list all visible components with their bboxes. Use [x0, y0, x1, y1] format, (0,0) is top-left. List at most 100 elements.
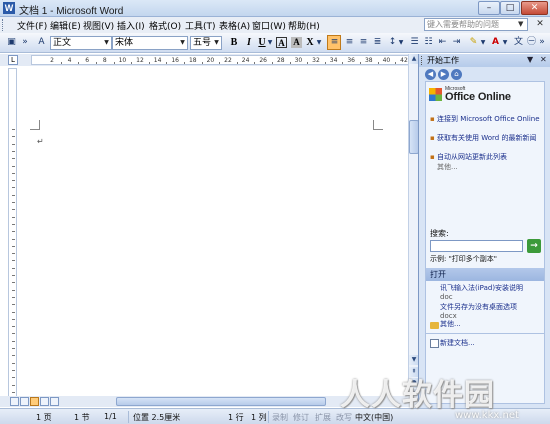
task-pane-grip[interactable] [421, 56, 424, 65]
vertical-ruler-tick [12, 267, 15, 269]
vertical-ruler-tick [12, 136, 15, 138]
save-icon[interactable]: ▣ [5, 36, 18, 49]
link-more[interactable]: 其他... [437, 163, 458, 172]
vertical-ruler[interactable] [8, 68, 17, 403]
highlight-icon[interactable]: ✎ [467, 36, 480, 49]
document-close-icon[interactable]: ✕ [534, 18, 546, 30]
style-dropdown-icon[interactable]: ▼ [102, 37, 111, 49]
italic-button[interactable]: I [243, 36, 255, 49]
web-layout-view-button[interactable] [20, 397, 29, 406]
tab-selector-button[interactable]: L [8, 55, 18, 65]
home-icon[interactable]: ⌂ [451, 69, 462, 80]
menu-file[interactable]: 文件(F) [17, 19, 47, 32]
office-online-logo[interactable]: Microsoft Office Online [429, 86, 541, 106]
ruler-number: 40 [382, 57, 391, 64]
phonetic-guide-icon[interactable]: 文 [512, 36, 525, 49]
line-spacing-dropdown-icon[interactable]: ▼ [398, 36, 404, 49]
status-record[interactable]: 录制 [272, 412, 288, 423]
vertical-ruler-tick [12, 384, 15, 386]
font-select[interactable]: 宋体 ▼ [112, 36, 188, 50]
ruler-number: 30 [294, 57, 303, 64]
vertical-scrollbar[interactable]: ▲ ▼ ⇞ ● ⇟ [408, 54, 419, 404]
menu-insert[interactable]: 插入(I) [117, 19, 145, 32]
align-right-icon[interactable]: ≡ [357, 36, 370, 49]
ruler-number: 26 [259, 57, 268, 64]
styles-icon[interactable]: A [35, 36, 48, 49]
task-pane-menu-icon[interactable]: ▼ [527, 55, 533, 64]
outline-view-button[interactable] [40, 397, 49, 406]
back-icon[interactable]: ◀ [425, 69, 436, 80]
status-position: 位置 2.5厘米 [133, 413, 181, 422]
decrease-indent-icon[interactable]: ⇤ [436, 36, 449, 49]
toolbar-more-icon[interactable]: » [538, 36, 546, 49]
font-size-select[interactable]: 五号 ▼ [190, 36, 222, 50]
char-border-button[interactable]: A [276, 37, 287, 48]
menu-help[interactable]: 帮助(H) [288, 19, 320, 32]
maximize-button[interactable]: □ [500, 1, 520, 15]
scale-dropdown-icon[interactable]: ▼ [316, 36, 322, 49]
font-color-icon[interactable]: A [489, 36, 502, 49]
recent-file-1[interactable]: 讯飞输入法(iPad)安装说明 doc [440, 284, 523, 302]
link-auto-update[interactable]: ▪ 自动从网站更新此列表 [430, 153, 543, 162]
ruler-number: 16 [171, 57, 180, 64]
menu-table[interactable]: 表格(A) [219, 19, 250, 32]
close-button[interactable]: ✕ [521, 1, 548, 15]
bold-button[interactable]: B [228, 36, 240, 49]
ruler-number: 36 [347, 57, 356, 64]
underline-dropdown-icon[interactable]: ▼ [267, 36, 273, 49]
menu-edit[interactable]: 编辑(E) [50, 19, 81, 32]
help-search-input[interactable]: 键入需要帮助的问题 [424, 18, 528, 31]
ruler-number: 28 [276, 57, 285, 64]
font-dropdown-icon[interactable]: ▼ [178, 37, 187, 49]
link-connect-office-online[interactable]: ▪ 连接到 Microsoft Office Online [430, 115, 543, 124]
word-app-icon[interactable]: W [3, 2, 15, 14]
char-shading-button[interactable]: A [291, 37, 302, 48]
open-more-link[interactable]: 其他... [440, 320, 461, 329]
forward-icon[interactable]: ▶ [438, 69, 449, 80]
menubar-grip[interactable] [2, 19, 5, 31]
search-go-button[interactable]: → [527, 239, 541, 253]
vertical-ruler-tick [12, 129, 15, 130]
ruler-tick [395, 62, 397, 64]
ruler-number: 10 [118, 57, 127, 64]
status-extend[interactable]: 扩展 [315, 412, 331, 423]
font-color-dropdown-icon[interactable]: ▼ [502, 36, 508, 49]
horizontal-ruler[interactable]: 2 4 6 8 10 12 14 16 18 20 22 24 26 28 30 32 34 36 38 40 42 [31, 55, 414, 65]
task-pane: 开始工作 ▼ ✕ ◀ ▶ ⌂ Microsoft Office Online ▪ 连接… [418, 54, 550, 408]
size-dropdown-icon[interactable]: ▼ [212, 37, 221, 49]
document-page[interactable] [19, 67, 408, 403]
new-document-link[interactable]: 新建文档... [440, 339, 475, 348]
ruler-tick [184, 62, 185, 64]
menu-tools[interactable]: 工具(T) [185, 19, 216, 32]
print-layout-view-button[interactable] [30, 397, 39, 406]
menu-format[interactable]: 格式(O) [149, 19, 181, 32]
minimize-button[interactable]: – [478, 1, 500, 15]
numbering-icon[interactable]: ☰ [408, 36, 421, 49]
highlight-dropdown-icon[interactable]: ▼ [480, 36, 486, 49]
increase-indent-icon[interactable]: ⇥ [450, 36, 463, 49]
menu-window[interactable]: 窗口(W) [252, 19, 286, 32]
horizontal-scroll-thumb[interactable] [116, 397, 326, 406]
reading-view-button[interactable] [50, 397, 59, 406]
align-center-icon[interactable]: ≡ [343, 36, 356, 49]
distributed-align-icon[interactable]: ≣ [371, 36, 384, 49]
status-track-changes[interactable]: 修订 [293, 412, 309, 423]
toolbar-options-icon[interactable]: » [22, 36, 28, 49]
task-pane-search-input[interactable] [430, 240, 523, 252]
ruler-number: 2 [50, 57, 54, 64]
style-select[interactable]: 正文 ▼ [50, 36, 112, 50]
ruler-number: 18 [188, 57, 197, 64]
normal-view-button[interactable] [10, 397, 19, 406]
help-dropdown-icon[interactable]: ▼ [518, 19, 527, 30]
task-pane-close-icon[interactable]: ✕ [540, 55, 547, 64]
link-word-news[interactable]: ▪ 获取有关使用 Word 的最新新闻 [430, 134, 543, 143]
open-folder-icon [430, 322, 439, 329]
recent-file-2[interactable]: 文件另存为没有桌面选项 docx [440, 303, 517, 321]
menu-view[interactable]: 视图(V) [83, 19, 114, 32]
status-section: 1 节 [74, 413, 90, 422]
ruler-tick [307, 62, 309, 64]
char-scale-button[interactable]: X [304, 36, 316, 49]
bullet-icon: ▪ [430, 115, 435, 123]
enclose-char-icon[interactable]: ㊀ [525, 36, 538, 49]
bullets-icon[interactable]: ☷ [422, 36, 435, 49]
